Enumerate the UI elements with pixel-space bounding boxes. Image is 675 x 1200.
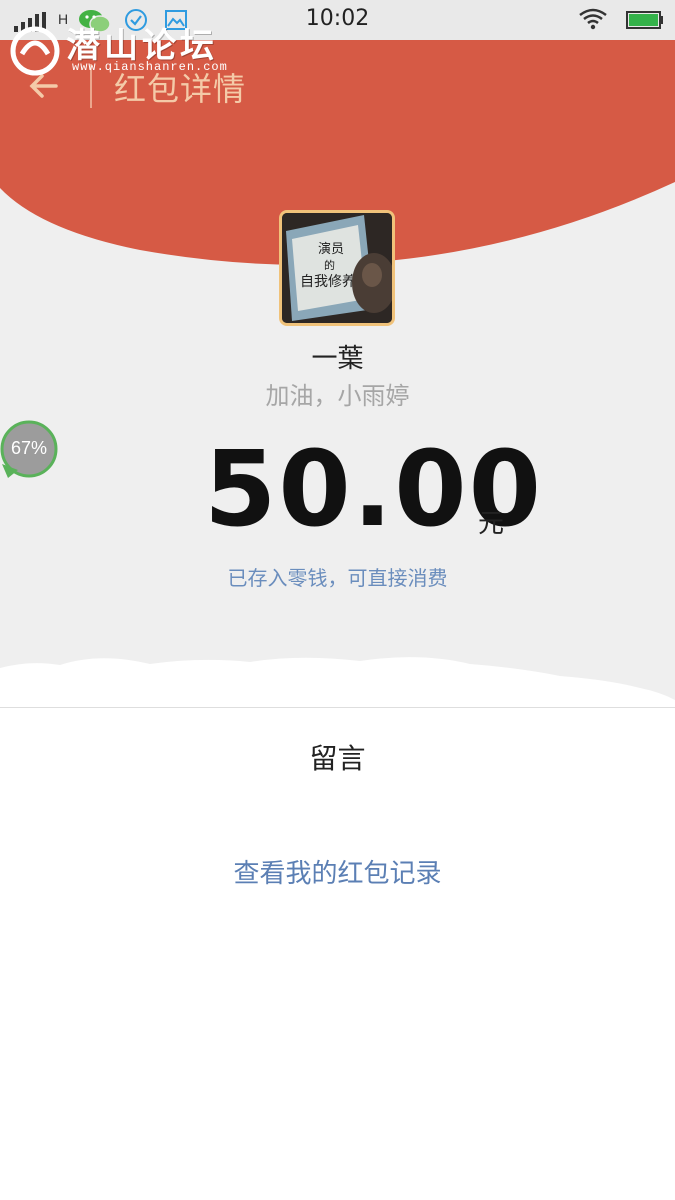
sender-avatar[interactable]: 演员 的 自我修养 [279, 210, 395, 326]
battery-icon [626, 11, 663, 29]
watermark-emblem-icon [10, 26, 60, 76]
sender-name: 一葉 [311, 344, 364, 374]
section-divider [0, 707, 675, 708]
avatar-book-line3: 自我修养 [300, 274, 356, 290]
currency-unit: 元 [478, 509, 505, 539]
avatar-image: 演员 的 自我修养 [282, 213, 392, 323]
avatar-book-line1: 演员 [318, 241, 344, 257]
blessing-message: 加油，小雨婷 [265, 382, 410, 410]
message-button[interactable]: 留言 [0, 737, 675, 777]
floating-percent-text: 67% [10, 438, 48, 458]
red-packet-history-link[interactable]: 查看我的红包记录 [0, 853, 675, 890]
page-background [0, 0, 675, 1200]
watermark-url: www.qianshanren.com [72, 60, 228, 74]
deposit-note-link[interactable]: 已存入零钱，可直接消费 [0, 562, 675, 591]
watermark-logo: 潜山论坛 www.qianshanren.com [8, 18, 238, 78]
wifi-icon [579, 8, 607, 30]
avatar-book-line2: 的 [324, 258, 335, 272]
